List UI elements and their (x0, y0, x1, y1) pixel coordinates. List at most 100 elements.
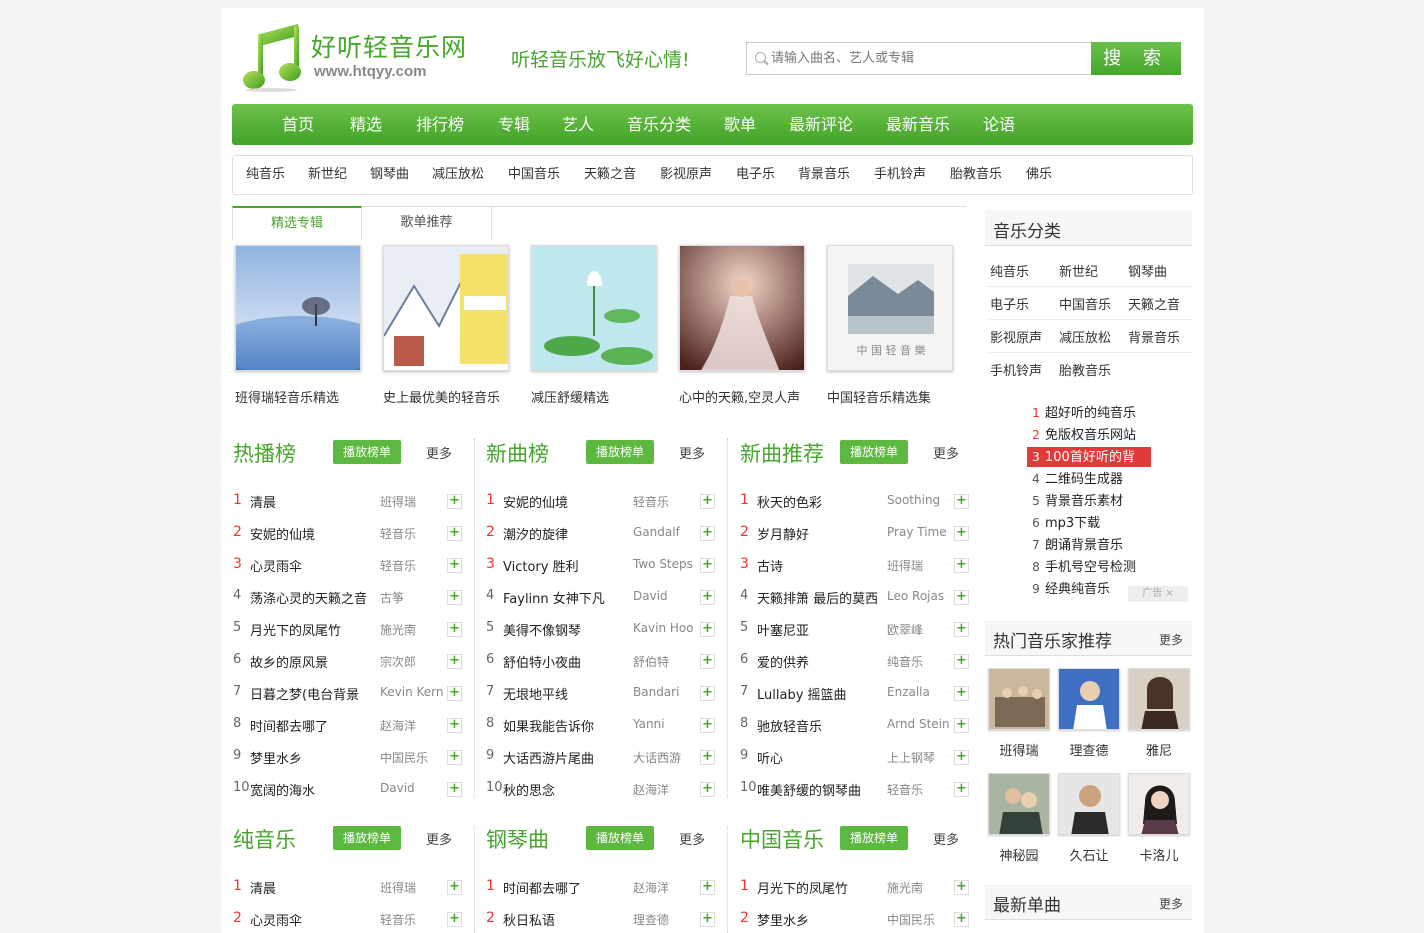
artist-name[interactable]: 上上钢琴 (887, 749, 951, 766)
song-row[interactable]: 3 古诗 班得瑞 + (740, 549, 972, 581)
category-link[interactable]: 中国音乐 (1059, 294, 1111, 313)
musician-name[interactable]: 卡洛儿 (1128, 845, 1190, 864)
nav-item-home[interactable]: 首页 (282, 104, 314, 145)
add-to-playlist-icon[interactable]: + (700, 782, 715, 797)
song-row[interactable]: 5 叶塞尼亚 欧翠峰 + (740, 613, 972, 645)
more-link[interactable]: 更多 (1159, 631, 1183, 648)
album-title[interactable]: 中国轻音乐精选集 (827, 387, 953, 406)
add-to-playlist-icon[interactable]: + (447, 686, 462, 701)
artist-name[interactable]: 宗次郎 (380, 653, 444, 670)
artist-name[interactable]: 轻音乐 (380, 557, 444, 574)
chart-title[interactable]: 钢琴曲 (486, 824, 549, 854)
subnav-item[interactable]: 减压放松 (432, 156, 484, 194)
add-to-playlist-icon[interactable]: + (954, 622, 969, 637)
song-row[interactable]: 7 Lullaby 摇篮曲 Enzalla + (740, 677, 972, 709)
song-title[interactable]: 梦里水乡 (250, 748, 382, 767)
add-to-playlist-icon[interactable]: + (954, 558, 969, 573)
album-card[interactable]: 史上最优美的轻音乐 (383, 245, 509, 406)
song-title[interactable]: 梦里水乡 (757, 910, 889, 929)
song-row[interactable]: 10 唯美舒缓的钢琴曲 轻音乐 + (740, 773, 972, 805)
artist-name[interactable]: 施光南 (380, 621, 444, 638)
song-row[interactable]: 1 时间都去哪了 赵海洋 + (486, 871, 718, 903)
song-title[interactable]: 时间都去哪了 (250, 716, 382, 735)
album-card[interactable]: 班得瑞轻音乐精选 (235, 245, 361, 406)
nav-item-rankings[interactable]: 排行榜 (416, 104, 464, 145)
add-to-playlist-icon[interactable]: + (700, 654, 715, 669)
category-link[interactable]: 影视原声 (990, 327, 1042, 346)
song-title[interactable]: Victory 胜利 (503, 556, 635, 575)
song-title[interactable]: 月光下的凤尾竹 (757, 878, 889, 897)
song-title[interactable]: 天籁排箫 最后的莫西 (757, 588, 889, 607)
subnav-item[interactable]: 中国音乐 (508, 156, 560, 194)
song-row[interactable]: 2 安妮的仙境 轻音乐 + (233, 517, 465, 549)
subnav-item[interactable]: 手机铃声 (874, 156, 926, 194)
play-chart-button[interactable]: 播放榜单 (586, 826, 654, 850)
artist-name[interactable]: 中国民乐 (380, 749, 444, 766)
nav-item-forum[interactable]: 论语 (983, 104, 1015, 145)
add-to-playlist-icon[interactable]: + (447, 782, 462, 797)
more-link[interactable]: 更多 (933, 829, 959, 848)
song-title[interactable]: 月光下的凤尾竹 (250, 620, 382, 639)
song-title[interactable]: 舒伯特小夜曲 (503, 652, 635, 671)
song-row[interactable]: 6 故乡的原风景 宗次郎 + (233, 645, 465, 677)
album-card[interactable]: 中 国 轻 音 樂 中国轻音乐精选集 (827, 245, 953, 406)
subnav-item[interactable]: 纯音乐 (246, 156, 285, 194)
song-row[interactable]: 9 大话西游片尾曲 大话西游 + (486, 741, 718, 773)
nav-item-categories[interactable]: 音乐分类 (627, 104, 691, 145)
category-link[interactable]: 胎教音乐 (1059, 360, 1111, 379)
category-link[interactable]: 背景音乐 (1128, 327, 1180, 346)
add-to-playlist-icon[interactable]: + (954, 880, 969, 895)
song-title[interactable]: 叶塞尼亚 (757, 620, 889, 639)
nav-item-playlists[interactable]: 歌单 (724, 104, 756, 145)
song-row[interactable]: 7 日暮之梦(电台背景 Kevin Kern + (233, 677, 465, 709)
album-title[interactable]: 史上最优美的轻音乐 (383, 387, 509, 406)
category-link[interactable]: 纯音乐 (990, 261, 1029, 280)
song-title[interactable]: Faylinn 女神下凡 (503, 588, 635, 607)
add-to-playlist-icon[interactable]: + (954, 590, 969, 605)
more-link[interactable]: 更多 (426, 829, 452, 848)
song-title[interactable]: 岁月静好 (757, 524, 889, 543)
add-to-playlist-icon[interactable]: + (954, 494, 969, 509)
artist-name[interactable]: 轻音乐 (633, 493, 697, 510)
subnav-item[interactable]: 胎教音乐 (950, 156, 1002, 194)
song-row[interactable]: 1 月光下的凤尾竹 施光南 + (740, 871, 972, 903)
song-title[interactable]: 爱的供养 (757, 652, 889, 671)
song-title[interactable]: 驰放轻音乐 (757, 716, 889, 735)
song-title[interactable]: 唯美舒缓的钢琴曲 (757, 780, 889, 799)
musician-photo[interactable] (988, 668, 1050, 730)
category-link[interactable]: 电子乐 (990, 294, 1029, 313)
artist-name[interactable]: 班得瑞 (380, 879, 444, 896)
nav-item-featured[interactable]: 精选 (350, 104, 382, 145)
more-link[interactable]: 更多 (1159, 895, 1183, 912)
add-to-playlist-icon[interactable]: + (954, 912, 969, 927)
song-row[interactable]: 2 梦里水乡 中国民乐 + (740, 903, 972, 933)
song-row[interactable]: 2 秋日私语 理查德 + (486, 903, 718, 933)
add-to-playlist-icon[interactable]: + (700, 590, 715, 605)
more-link[interactable]: 更多 (679, 829, 705, 848)
tab-playlist-recommend[interactable]: 歌单推荐 (362, 206, 492, 240)
artist-name[interactable]: 理查德 (633, 911, 697, 928)
add-to-playlist-icon[interactable]: + (954, 750, 969, 765)
song-title[interactable]: 秋的思念 (503, 780, 635, 799)
song-row[interactable]: 2 潮汐的旋律 Gandalf + (486, 517, 718, 549)
add-to-playlist-icon[interactable]: + (447, 718, 462, 733)
artist-name[interactable]: Enzalla (887, 685, 951, 699)
song-row[interactable]: 1 安妮的仙境 轻音乐 + (486, 485, 718, 517)
category-link[interactable]: 减压放松 (1059, 327, 1111, 346)
musician-name[interactable]: 理查德 (1058, 740, 1120, 759)
musician-photo[interactable] (1058, 773, 1120, 835)
category-link[interactable]: 手机铃声 (990, 360, 1042, 379)
category-link[interactable]: 天籁之音 (1128, 294, 1180, 313)
song-title[interactable]: 听心 (757, 748, 889, 767)
artist-name[interactable]: Yanni (633, 717, 697, 731)
nav-item-albums[interactable]: 专辑 (498, 104, 530, 145)
add-to-playlist-icon[interactable]: + (954, 782, 969, 797)
ad-link[interactable]: 1 超好听的纯音乐 (1027, 403, 1151, 423)
music-note-logo-icon[interactable] (240, 22, 302, 92)
song-row[interactable]: 5 美得不像钢琴 Kavin Hoo + (486, 613, 718, 645)
album-cover[interactable]: 中 国 轻 音 樂 (827, 245, 953, 371)
category-link[interactable]: 新世纪 (1059, 261, 1098, 280)
musician-card[interactable]: 久石让 (1058, 773, 1120, 864)
song-title[interactable]: 时间都去哪了 (503, 878, 635, 897)
song-title[interactable]: 美得不像钢琴 (503, 620, 635, 639)
